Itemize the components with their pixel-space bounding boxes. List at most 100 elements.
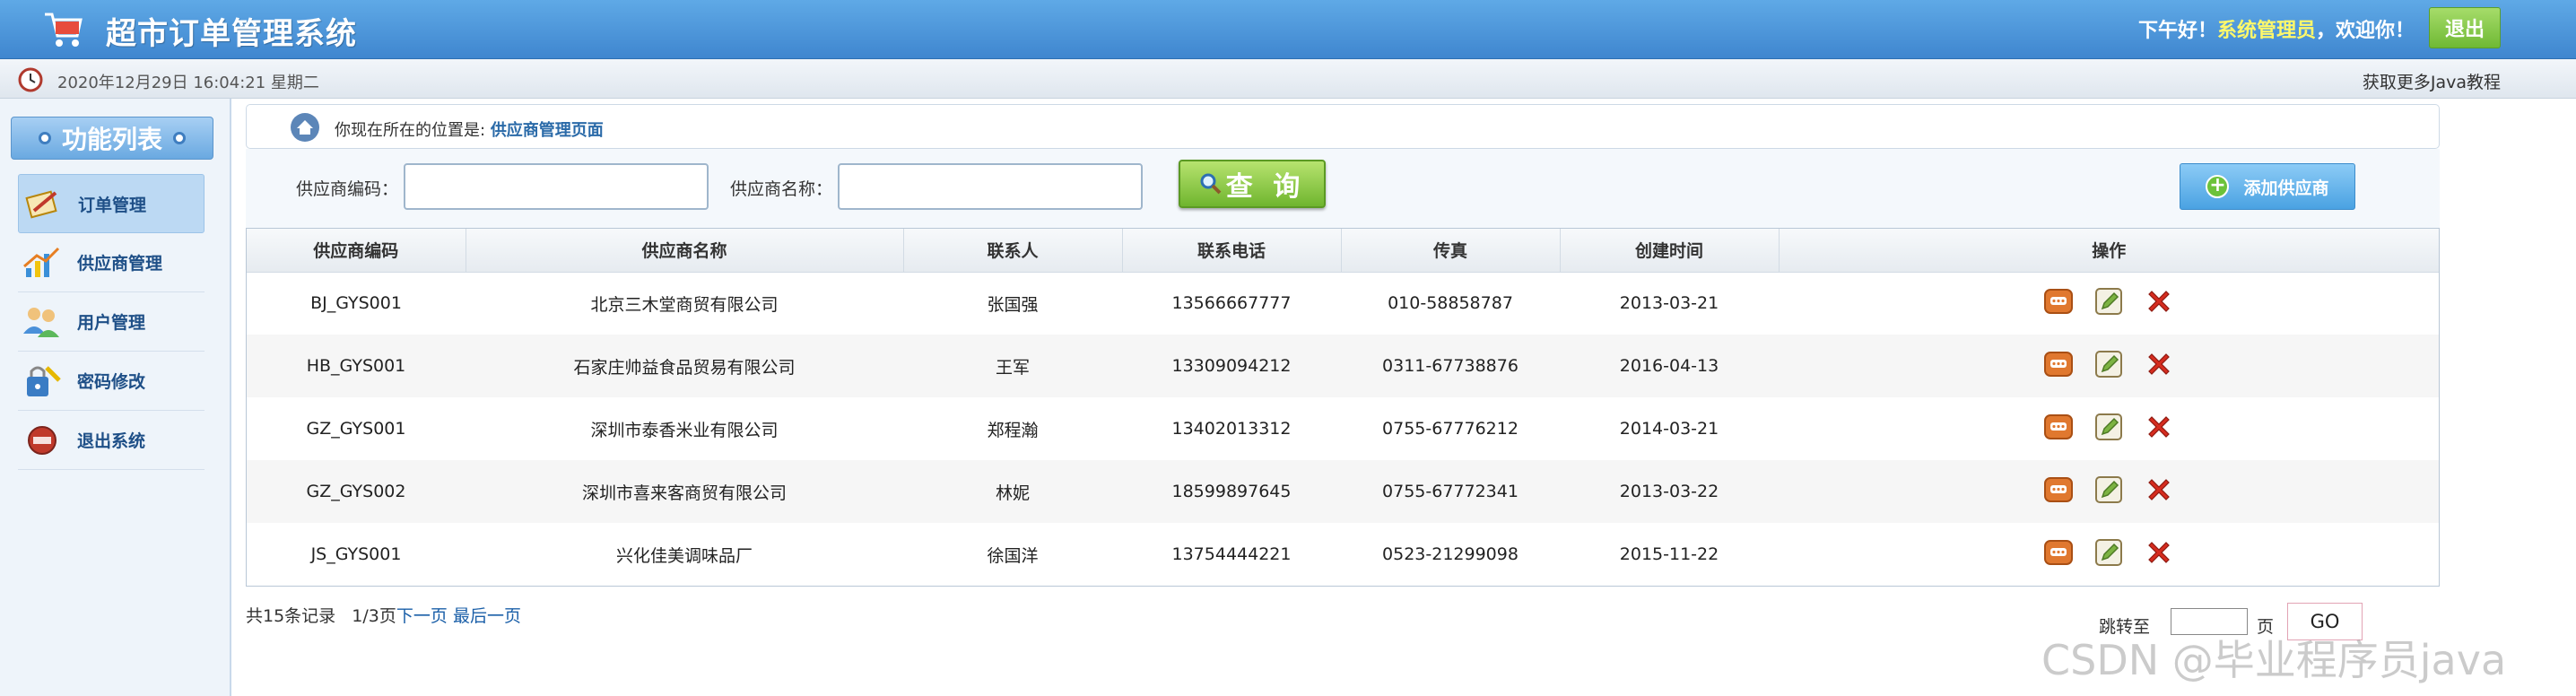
sidebar-item-suppliers[interactable]: 供应商管理	[18, 233, 205, 292]
table-cell: 北京三木堂商贸有限公司	[466, 272, 903, 335]
delete-icon[interactable]	[2144, 349, 2174, 384]
sidebar-item-users[interactable]: 用户管理	[18, 292, 205, 352]
supplier-name-input[interactable]	[838, 163, 1143, 210]
table-cell: 2013-03-22	[1560, 460, 1779, 523]
sidebar-menu: 订单管理 供应商管理 用户管理 密码修改 退出系统	[18, 174, 205, 470]
home-icon	[291, 113, 319, 142]
actions-cell	[1779, 272, 2439, 335]
table-cell: 张国强	[903, 272, 1122, 335]
table-cell: BJ_GYS001	[247, 272, 466, 335]
add-supplier-button[interactable]: + 添加供应商	[2180, 163, 2355, 210]
edit-icon[interactable]	[2093, 349, 2124, 384]
table-cell: 2016-04-13	[1560, 335, 1779, 397]
add-supplier-label: 添加供应商	[2243, 178, 2329, 198]
table-cell: 2015-11-22	[1560, 523, 1779, 586]
last-page-link[interactable]: 最后一页	[453, 606, 521, 626]
actions-cell	[1779, 335, 2439, 397]
sidebar-item-label: 供应商管理	[77, 254, 163, 274]
record-summary: 共15条记录 1/3页	[246, 606, 396, 626]
pagination-info: 共15条记录 1/3页下一页 最后一页	[246, 603, 521, 627]
supplier-icon	[23, 247, 60, 277]
table-row: BJ_GYS001 北京三木堂商贸有限公司 张国强 13566667777 010-58…	[247, 272, 2439, 335]
table-cell: 0755-67772341	[1341, 460, 1560, 523]
greeting: 下午好！系统管理员，欢迎你！	[2138, 14, 2415, 43]
view-details-icon[interactable]	[2043, 349, 2074, 384]
location-text: 你现在所在的位置是: 供应商管理页面	[335, 117, 604, 141]
password-icon	[27, 365, 61, 396]
sidebar: 功能列表 订单管理 供应商管理 用户管理 密码修改 退出系统	[0, 99, 231, 696]
jump-page-input[interactable]	[2171, 608, 2248, 635]
sidebar-item-orders[interactable]: 订单管理	[18, 174, 205, 233]
query-button[interactable]: 查 询	[1179, 160, 1326, 208]
table-cell: JS_GYS001	[247, 523, 466, 586]
location-page: 供应商管理页面	[490, 121, 604, 140]
table-cell: GZ_GYS002	[247, 460, 466, 523]
top-header: 超市订单管理系统 下午好！系统管理员，欢迎你！ 退出	[0, 0, 2576, 59]
table-row: GZ_GYS001 深圳市泰香米业有限公司 郑程瀚 13402013312 0755-6…	[247, 397, 2439, 460]
table-cell: 郑程瀚	[903, 397, 1122, 460]
column-header: 联系人	[903, 229, 1123, 273]
table-cell: 兴化佳美调味品厂	[466, 523, 903, 586]
sidebar-item-password[interactable]: 密码修改	[18, 352, 205, 411]
logout-button[interactable]: 退出	[2429, 7, 2501, 48]
sidebar-item-label: 订单管理	[78, 195, 147, 215]
view-details-icon[interactable]	[2043, 537, 2074, 572]
table-cell: 0755-67776212	[1341, 397, 1560, 460]
table-cell: 0523-21299098	[1341, 523, 1560, 586]
table-cell: 0311-67738876	[1341, 335, 1560, 397]
bullet-icon	[173, 132, 186, 144]
table-cell: 王军	[903, 335, 1122, 397]
plus-icon: +	[2206, 175, 2230, 198]
edit-icon[interactable]	[2093, 474, 2124, 509]
table-cell: 深圳市泰香米业有限公司	[466, 397, 903, 460]
supplier-name-label: 供应商名称：	[730, 179, 833, 199]
info-bar: 2020年12月29日 16:04:21 星期二 获取更多Java教程	[0, 59, 2576, 99]
next-page-link[interactable]: 下一页	[396, 606, 448, 626]
sidebar-item-label: 用户管理	[77, 313, 146, 333]
column-header: 供应商编码	[247, 229, 466, 273]
edit-icon[interactable]	[2093, 286, 2124, 321]
column-header: 创建时间	[1560, 229, 1780, 273]
table-cell: 18599897645	[1122, 460, 1341, 523]
delete-icon[interactable]	[2144, 474, 2174, 509]
view-details-icon[interactable]	[2043, 474, 2074, 509]
sidebar-title-text: 功能列表	[61, 125, 162, 154]
table-header-row: 供应商编码 供应商名称 联系人 联系电话 传真 创建时间 操作	[247, 229, 2439, 273]
table-cell: GZ_GYS001	[247, 397, 466, 460]
column-header: 联系电话	[1122, 229, 1342, 273]
users-icon	[23, 307, 59, 337]
view-details-icon[interactable]	[2043, 412, 2074, 447]
sidebar-title: 功能列表	[11, 117, 213, 160]
search-panel: 供应商编码： 供应商名称： 查 询 + 添加供应商	[246, 149, 2440, 228]
magnifier-icon	[1200, 173, 1222, 195]
delete-icon[interactable]	[2144, 412, 2174, 447]
clock-icon	[18, 67, 43, 92]
admin-name: 系统管理员	[2216, 20, 2316, 42]
actions-cell	[1779, 460, 2439, 523]
delete-icon[interactable]	[2144, 537, 2174, 572]
table-row: JS_GYS001 兴化佳美调味品厂 徐国洋 13754444221 0523-2129…	[247, 523, 2439, 586]
delete-icon[interactable]	[2144, 286, 2174, 321]
table-cell: 深圳市喜来客商贸有限公司	[466, 460, 903, 523]
table-cell: 石家庄帅益食品贸易有限公司	[466, 335, 903, 397]
table-cell: 2013-03-21	[1560, 272, 1779, 335]
view-details-icon[interactable]	[2043, 286, 2074, 321]
exit-icon	[28, 425, 57, 455]
greeting-suffix: ，欢迎你！	[2315, 20, 2415, 42]
table-cell: 林妮	[903, 460, 1122, 523]
edit-icon[interactable]	[2093, 537, 2124, 572]
more-java-tutorials-link[interactable]: 获取更多Java教程	[2363, 69, 2501, 93]
go-button[interactable]: GO	[2287, 603, 2363, 640]
sidebar-item-label: 退出系统	[77, 431, 146, 451]
table-cell: 13309094212	[1122, 335, 1341, 397]
current-datetime: 2020年12月29日 16:04:21 星期二	[57, 74, 319, 92]
query-button-label: 查 询	[1225, 171, 1306, 203]
actions-cell	[1779, 397, 2439, 460]
column-header: 供应商名称	[466, 229, 904, 273]
supplier-table: 供应商编码 供应商名称 联系人 联系电话 传真 创建时间 操作 BJ_GYS00…	[246, 228, 2440, 587]
supplier-code-input[interactable]	[404, 163, 709, 210]
sidebar-item-exit[interactable]: 退出系统	[18, 411, 205, 470]
edit-icon[interactable]	[2093, 412, 2124, 447]
table-cell: 13566667777	[1122, 272, 1341, 335]
app-title: 超市订单管理系统	[106, 16, 357, 52]
